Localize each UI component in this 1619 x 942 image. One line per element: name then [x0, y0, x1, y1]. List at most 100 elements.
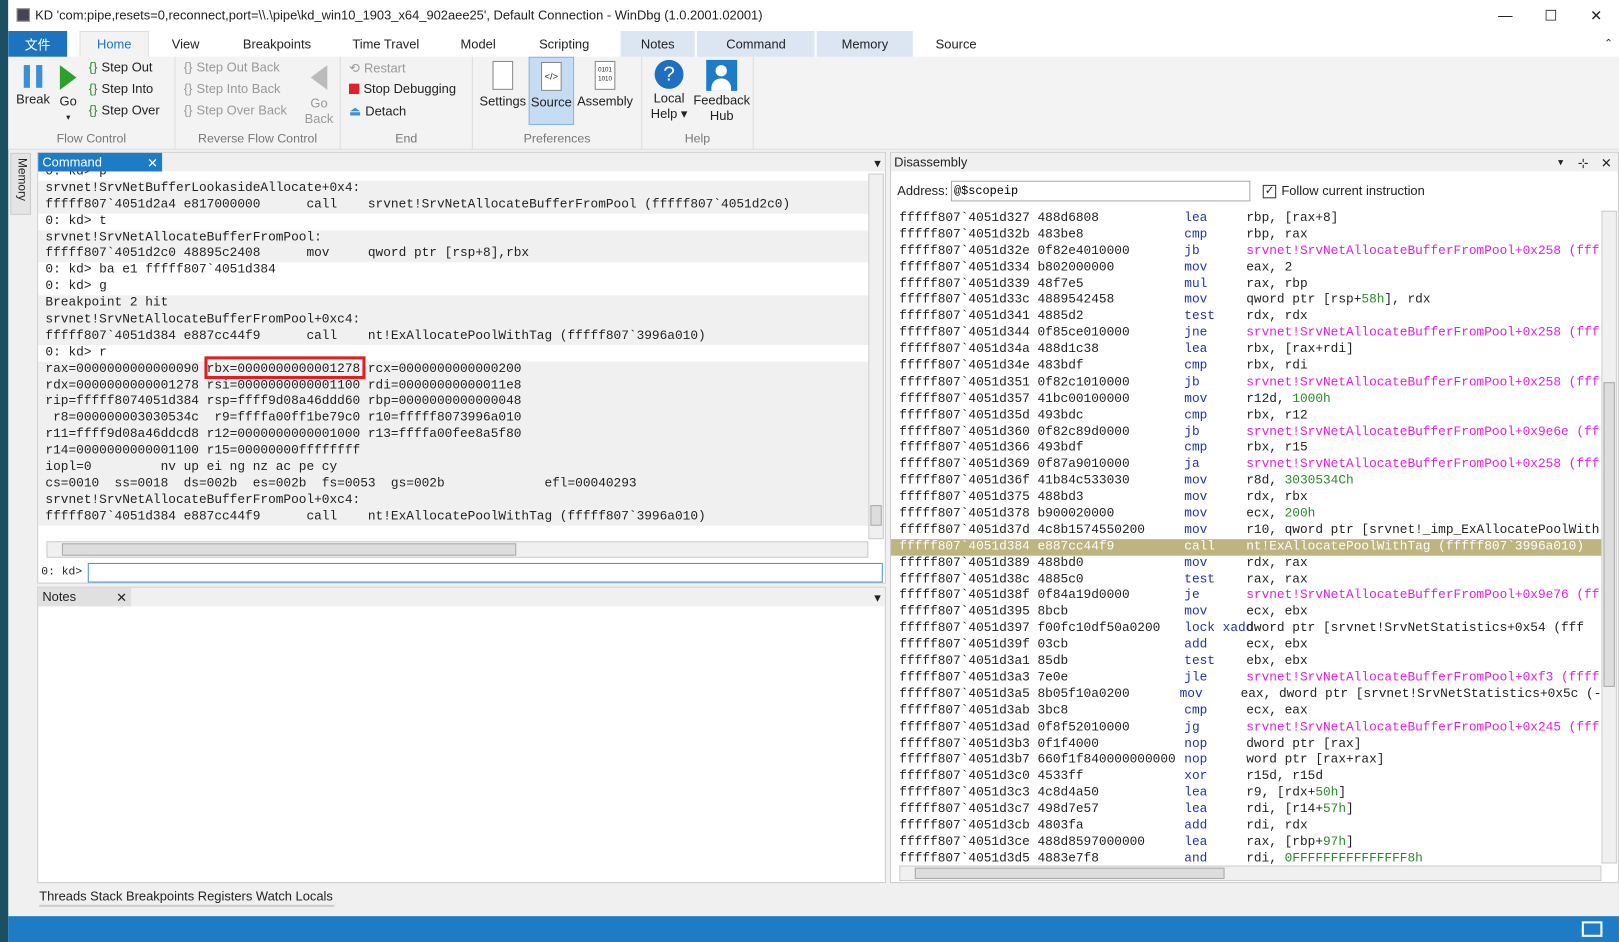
panel-menu-icon[interactable]: ▾ [874, 154, 880, 169]
disassembly-row[interactable]: fffff807`4051d3ce 488d8597000000 lea rax, … [891, 834, 1601, 850]
disassembly-row[interactable]: fffff807`4051d32e 0f82e4010000 jb srvnet!S… [891, 244, 1601, 260]
break-button[interactable]: Break [14, 63, 51, 107]
disassembly-row[interactable]: fffff807`4051d3a3 7e0e jle srvnet!SrvNetAl… [891, 670, 1601, 686]
disassembly-row[interactable]: fffff807`4051d33c 4889542458 mov qword ptr… [891, 293, 1601, 309]
disassembly-row[interactable]: fffff807`4051d395 8bcb mov ecx, ebx [891, 605, 1601, 621]
tab-home[interactable]: Home [79, 30, 150, 57]
disassembly-row[interactable]: fffff807`4051d3a5 8b05f10a0200 mov eax, dw… [891, 687, 1601, 703]
disassembly-row[interactable]: fffff807`4051d34e 483bdf cmp rbx, rdi [891, 358, 1601, 374]
tab-time-travel[interactable]: Time Travel [332, 31, 440, 57]
tab-file[interactable]: 文件 [8, 30, 68, 57]
tab-command-window[interactable]: Command ✕ [38, 152, 163, 172]
step-into-back-button[interactable]: {} Step Into Back [184, 82, 281, 96]
settings-button[interactable]: Settings [477, 60, 529, 110]
tab-notes-window[interactable]: Notes ✕ [38, 587, 132, 607]
disassembly-row[interactable]: fffff807`4051d344 0f85ce010000 jne srvnet!… [891, 326, 1601, 342]
disassembly-row[interactable]: fffff807`4051d397 f00fc10df50a0200 lock x… [891, 621, 1601, 637]
tab-view[interactable]: View [149, 31, 222, 57]
symbol-link[interactable]: srvnet!SrvNetAllocateBufferFromPool+0x25… [1246, 457, 1599, 471]
symbol-link[interactable]: srvnet!SrvNetAllocateBufferFromPool+0x25… [1246, 375, 1599, 389]
close-icon[interactable]: ✕ [1601, 154, 1612, 169]
detach-button[interactable]: ⏏ Detach [349, 103, 406, 119]
disassembly-vscrollbar[interactable] [1601, 210, 1617, 864]
source-button[interactable]: </> Source [528, 56, 575, 125]
disassembly-row[interactable]: fffff807`4051d334 b802000000 mov eax, 2 [891, 260, 1601, 276]
memory-side-tab[interactable]: Memory [10, 152, 31, 215]
disassembly-row[interactable]: fffff807`4051d327 488d6808 lea rbp, [rax+8… [891, 211, 1601, 227]
checkbox-checked-icon[interactable]: ✓ [1262, 184, 1277, 198]
follow-current-instruction[interactable]: ✓ Follow current instruction [1262, 184, 1425, 198]
disassembly-row[interactable]: fffff807`4051d357 41bc00100000 mov r12d, 1… [891, 391, 1601, 407]
disassembly-row[interactable]: fffff807`4051d3ad 0f8f52010000 jg srvnet!S… [891, 720, 1601, 736]
disassembly-row[interactable]: fffff807`4051d360 0f82c89d0000 jb srvnet!S… [891, 424, 1601, 440]
disassembly-row[interactable]: fffff807`4051d339 48f7e5 mul rax, rbp [891, 276, 1601, 292]
symbol-link[interactable]: srvnet!SrvNetAllocateBufferFromPool+0x9e… [1246, 588, 1599, 602]
stop-debugging-button[interactable]: Stop Debugging [348, 82, 456, 96]
disassembly-row[interactable]: fffff807`4051d38f 0f84a19d0000 je srvnet!S… [891, 588, 1601, 604]
feedback-chat-icon[interactable] [1581, 921, 1603, 937]
disassembly-row[interactable]: fffff807`4051d37d 4c8b1574550200 mov r10, … [891, 523, 1601, 539]
panel-menu-icon[interactable]: ▾ [1558, 156, 1563, 167]
panel-menu-icon[interactable]: ▾ [874, 589, 880, 604]
tab-breakpoints[interactable]: Breakpoints [222, 31, 331, 57]
tab-model[interactable]: Model [440, 31, 516, 57]
disassembly-row[interactable]: fffff807`4051d378 b900020000 mov ecx, 200h [891, 506, 1601, 522]
tab-notes[interactable]: Notes [620, 30, 696, 57]
command-hscrollbar[interactable] [46, 541, 869, 558]
disassembly-row[interactable]: fffff807`4051d341 4885d2 test rdx, rdx [891, 309, 1601, 325]
tab-source[interactable]: Source [913, 31, 999, 57]
disassembly-row[interactable]: fffff807`4051d3b3 0f1f4000 nop dword ptr [… [891, 736, 1601, 752]
disassembly-row[interactable]: fffff807`4051d389 488bd0 mov rdx, rax [891, 555, 1601, 571]
symbol-link[interactable]: srvnet!SrvNetAllocateBufferFromPool+0x25… [1246, 326, 1599, 340]
disassembly-row[interactable]: fffff807`4051d3b7 660f1f840000000000 nop w… [891, 752, 1601, 768]
tab-memory[interactable]: Memory [816, 30, 913, 57]
disassembly-row[interactable]: fffff807`4051d3cb 4803fa add rdi, rdx [891, 818, 1601, 834]
symbol-link[interactable]: srvnet!SrvNetAllocateBufferFromPool+0x9e… [1246, 424, 1599, 438]
step-over-button[interactable]: {} Step Over [89, 103, 160, 117]
step-over-back-button[interactable]: {} Step Over Back [184, 103, 287, 117]
disassembly-row[interactable]: fffff807`4051d35d 493bdc cmp rbx, r12 [891, 408, 1601, 424]
go-back-button[interactable]: Go Back [304, 63, 335, 127]
tab-command[interactable]: Command [697, 30, 815, 57]
step-out-back-button[interactable]: {} Step Out Back [184, 60, 280, 74]
notes-content[interactable] [38, 606, 885, 883]
close-icon[interactable]: ✕ [147, 154, 158, 169]
command-input[interactable] [87, 562, 883, 583]
disassembly-row[interactable]: fffff807`4051d375 488bd3 mov rdx, rbx [891, 490, 1601, 506]
disassembly-row[interactable]: fffff807`4051d3c3 4c8d4a50 lea r9, [rdx+50… [891, 785, 1601, 801]
current-instruction-row[interactable]: fffff807`4051d384 e887cc44f9 call nt!ExAll… [891, 538, 1602, 556]
collapse-ribbon-icon[interactable]: ⌃ [1598, 31, 1619, 57]
disassembly-row[interactable]: fffff807`4051d39f 03cb add ecx, ebx [891, 637, 1601, 653]
tab-scripting[interactable]: Scripting [516, 31, 612, 57]
feedback-hub-button[interactable]: Feedback Hub [692, 59, 752, 124]
assembly-button[interactable]: 0101 1010 Assembly [576, 60, 634, 110]
symbol-link[interactable]: srvnet!SrvNetAllocateBufferFromPool+0x24… [1246, 720, 1599, 734]
pin-icon[interactable]: ⊹ [1578, 154, 1589, 169]
disassembly-row[interactable]: fffff807`4051d34a 488d1c38 lea rbx, [rax+r… [891, 342, 1601, 358]
disassembly-row[interactable]: fffff807`4051d3c7 498d7e57 lea rdi, [r14+5… [891, 802, 1601, 818]
close-button[interactable]: ✕ [1574, 0, 1619, 31]
minimize-button[interactable]: — [1483, 0, 1528, 31]
command-vscrollbar[interactable] [868, 173, 884, 540]
disassembly-row[interactable]: fffff807`4051d3a1 85db test ebx, ebx [891, 654, 1601, 670]
disassembly-row[interactable]: fffff807`4051d3c0 4533ff xor r15d, r15d [891, 769, 1601, 785]
disassembly-row[interactable]: fffff807`4051d369 0f87a9010000 ja srvnet!S… [891, 457, 1601, 473]
disassembly-row[interactable]: fffff807`4051d366 493bdf cmp rbx, r15 [891, 440, 1601, 456]
bottom-window-tabs[interactable]: Threads Stack Breakpoints Registers Watc… [39, 886, 335, 907]
disassembly-row[interactable]: fffff807`4051d32b 483be8 cmp rbp, rax [891, 227, 1601, 243]
address-input[interactable] [950, 180, 1251, 202]
disassembly-row[interactable]: fffff807`4051d351 0f82c1010000 jb srvnet!S… [891, 375, 1601, 391]
disassembly-row[interactable]: fffff807`4051d3ab 3bc8 cmp ecx, eax [891, 703, 1601, 719]
step-out-button[interactable]: {} Step Out [89, 60, 153, 74]
disassembly-row[interactable]: fffff807`4051d38c 4885c0 test rax, rax [891, 572, 1601, 588]
symbol-link[interactable]: srvnet!SrvNetAllocateBufferFromPool+0x25… [1246, 244, 1599, 258]
disassembly-row[interactable]: fffff807`4051d36f 41b84c533030 mov r8d, 30… [891, 473, 1601, 489]
local-help-button[interactable]: ? Local Help ▾ [646, 59, 691, 122]
close-icon[interactable]: ✕ [116, 589, 127, 604]
restart-button[interactable]: ⟲ Restart [349, 60, 406, 75]
go-button[interactable]: Go ▾ [56, 63, 81, 125]
maximize-button[interactable]: ☐ [1528, 0, 1573, 31]
step-into-button[interactable]: {} Step Into [89, 82, 153, 96]
symbol-link[interactable]: srvnet!SrvNetAllocateBufferFromPool+0xf3… [1246, 670, 1599, 684]
disassembly-hscrollbar[interactable] [899, 865, 1602, 882]
